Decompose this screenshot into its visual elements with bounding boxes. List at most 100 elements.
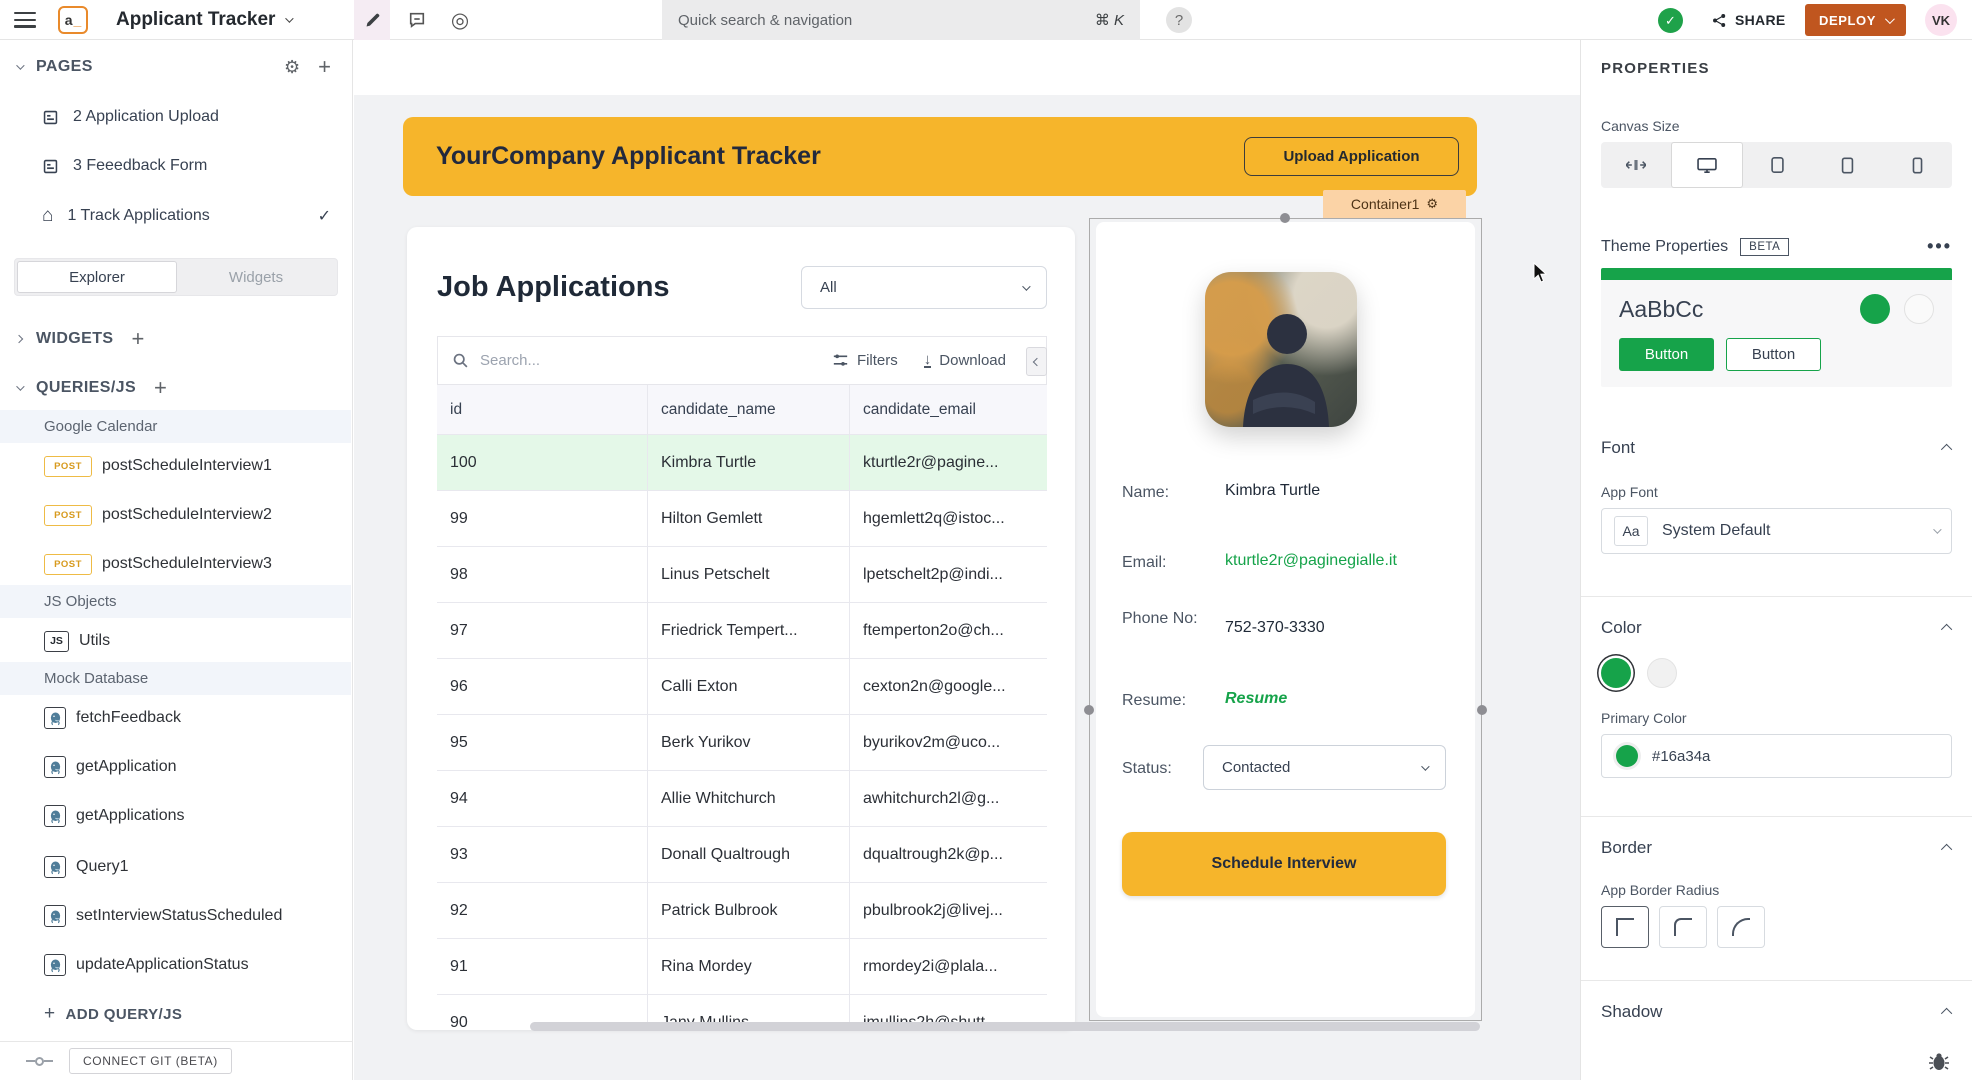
cell-email: rmordey2i@plala... [850,939,1047,994]
primary-color-input[interactable]: #16a34a [1601,734,1952,778]
radius-none-button[interactable] [1601,906,1649,948]
edit-mode-button[interactable] [354,0,390,40]
js-object-utils[interactable]: JS Utils [0,624,351,658]
query-postscheduleinterview1[interactable]: POST postScheduleInterview1 [0,449,351,483]
query-getapplication[interactable]: getApplication [0,750,351,784]
selected-widget-badge[interactable]: Container1 ⚙ [1323,190,1466,218]
cell-name: Friedrick Tempert... [648,603,850,658]
preview-mode-button[interactable]: ◎ [443,0,477,40]
queries-section-header[interactable]: QUERIES/JS + [0,371,351,405]
table-row[interactable]: 99 Hilton Gemlett hgemlett2q@istoc... [437,491,1047,547]
query-postscheduleinterview3[interactable]: POST postScheduleInterview3 [0,547,351,581]
shadow-section-header[interactable]: Shadow [1601,1002,1952,1022]
email-link[interactable]: kturtle2r@paginegialle.it [1225,552,1397,574]
comment-mode-button[interactable] [400,0,434,40]
table-row[interactable]: 95 Berk Yurikov byurikov2m@uco... [437,715,1047,771]
table-search-input[interactable]: Search... [480,352,540,369]
query-query1[interactable]: Query1 [0,850,351,884]
pages-settings-gear-icon[interactable]: ⚙ [284,57,300,78]
status-select[interactable]: Contacted [1203,745,1446,790]
sidebar-page-application-upload[interactable]: 2 Application Upload [0,100,351,134]
canvas-size-tablet-icon[interactable] [1812,142,1882,188]
query-fetchfeedback[interactable]: fetchFeedback [0,701,351,735]
column-header-candidate-name[interactable]: candidate_name [648,385,850,434]
help-label: ? [1175,12,1183,29]
quick-search-bar[interactable]: Quick search & navigation ⌘ K [662,0,1140,40]
secondary-color-swatch[interactable] [1647,658,1677,688]
schedule-interview-button[interactable]: Schedule Interview [1122,832,1446,896]
widgets-section-header[interactable]: WIDGETS + [0,322,351,356]
app-font-select[interactable]: Aa System Default [1601,508,1952,554]
top-bar: a_ Applicant Tracker ◎ Quick search & na… [0,0,1972,40]
table-row[interactable]: 93 Donall Qualtrough dqualtrough2k@p... [437,827,1047,883]
canvas-size-phone-icon[interactable] [1882,142,1952,188]
debug-bug-icon[interactable] [1928,1052,1950,1072]
radius-large-button[interactable] [1717,906,1765,948]
query-getapplications[interactable]: getApplications [0,799,351,833]
font-section-header[interactable]: Font [1601,438,1952,458]
table-card-title: Job Applications [437,271,670,304]
add-widget-button[interactable]: + [131,326,144,352]
sidebar-page-feedback-form[interactable]: 3 Feeedback Form [0,149,351,183]
theme-primary-color-dot[interactable] [1860,294,1890,324]
query-label: postScheduleInterview3 [102,555,272,573]
group-google-calendar: Google Calendar [0,410,351,443]
upload-application-button[interactable]: Upload Application [1244,137,1459,176]
add-query-js-button[interactable]: + ADD QUERY/JS [0,997,351,1031]
table-row[interactable]: 92 Patrick Bulbrook pbulbrook2j@livej... [437,883,1047,939]
table-row[interactable]: 96 Calli Exton cexton2n@google... [437,659,1047,715]
theme-more-options-icon[interactable]: ••• [1927,236,1952,257]
resize-handle-right[interactable] [1477,705,1487,715]
filters-button[interactable]: Filters [832,352,898,369]
resize-handle-top[interactable] [1280,213,1290,223]
table-row[interactable]: 98 Linus Petschelt lpetschelt2p@indi... [437,547,1047,603]
canvas-size-desktop-icon[interactable] [1671,142,1743,188]
app-header-banner[interactable]: YourCompany Applicant Tracker Upload App… [403,117,1477,196]
tab-widgets[interactable]: Widgets [177,261,335,293]
table-row-selected[interactable]: 100 Kimbra Turtle kturtle2r@pagine... [437,435,1047,491]
query-updateapplicationstatus[interactable]: updateApplicationStatus [0,948,351,982]
table-row[interactable]: 91 Rina Mordey rmordey2i@plala... [437,939,1047,995]
primary-color-swatch[interactable] [1601,658,1631,688]
collapse-panel-button[interactable] [1026,347,1047,376]
table-row[interactable]: 94 Allie Whitchurch awhitchurch2l@g... [437,771,1047,827]
group-label: JS Objects [44,593,117,610]
deploy-button[interactable]: DEPLOY [1805,4,1906,36]
theme-secondary-color-dot[interactable] [1904,294,1934,324]
tab-explorer[interactable]: Explorer [17,261,177,293]
download-button[interactable]: ↓ Download [924,352,1006,369]
pages-section-header[interactable]: PAGES ⚙ + [0,50,351,84]
add-page-button[interactable]: + [318,54,331,80]
theme-accent-bar [1601,268,1952,280]
plus-icon: + [44,1003,56,1025]
connect-git-button[interactable]: CONNECT GIT (BETA) [69,1048,232,1074]
resize-handle-left[interactable] [1084,705,1094,715]
query-setinterviewstatusscheduled[interactable]: setInterviewStatusScheduled [0,899,351,933]
color-section-header[interactable]: Color [1601,618,1952,638]
sidebar-page-track-applications[interactable]: ⌂ 1 Track Applications ✓ [0,199,351,233]
share-button[interactable]: SHARE [1712,0,1786,40]
queries-header-label: QUERIES/JS [36,379,136,397]
column-header-id[interactable]: id [437,385,648,434]
border-section-header[interactable]: Border [1601,838,1952,858]
cell-id: 93 [437,827,648,882]
canvas-size-tablet-large-icon[interactable] [1743,142,1813,188]
home-icon: ⌂ [42,209,53,223]
user-avatar[interactable]: VK [1925,4,1957,36]
postgres-icon [44,756,66,778]
preview-icon: ◎ [451,8,469,33]
column-header-candidate-email[interactable]: candidate_email [850,385,1047,434]
radius-medium-button[interactable] [1659,906,1707,948]
status-filter-select[interactable]: All [801,266,1047,309]
help-button[interactable]: ? [1166,7,1192,33]
horizontal-scrollbar[interactable] [530,1022,1480,1031]
table-row[interactable]: 97 Friedrick Tempert... ftemperton2o@ch.… [437,603,1047,659]
app-title-menu[interactable]: Applicant Tracker [116,0,291,40]
add-query-plus-button[interactable]: + [154,375,167,401]
field-value: Kimbra Turtle [1225,482,1320,504]
canvas-size-fluid-icon[interactable] [1601,142,1671,188]
resume-link[interactable]: Resume [1225,690,1287,712]
hamburger-menu-icon[interactable] [14,12,36,32]
query-postscheduleinterview2[interactable]: POST postScheduleInterview2 [0,498,351,532]
widget-settings-gear-icon[interactable]: ⚙ [1426,196,1438,212]
